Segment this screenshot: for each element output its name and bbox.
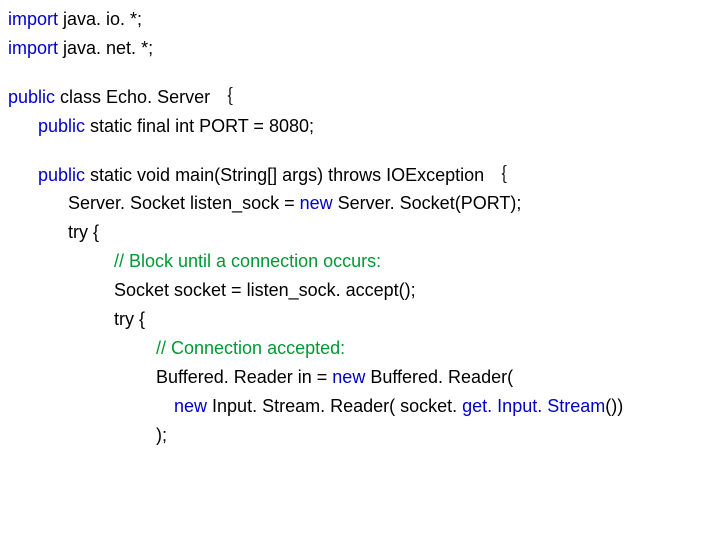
code-text: Buffered. Reader( [365,367,513,387]
blank-line [8,144,712,164]
code-text: ()) [605,396,623,416]
keyword-import: import [8,38,58,58]
code-line: public class Echo. Server ｛ [8,86,712,115]
code-line: new Input. Stream. Reader( socket. get. … [8,395,712,424]
comment: // Block until a connection occurs: [114,251,386,271]
keyword-new: new [300,193,333,213]
code-line: public static final int PORT = 8080; [8,115,712,144]
code-text: try { [114,309,145,329]
code-block: import java. io. *; import java. net. *;… [0,0,720,452]
code-text: java. net. *; [58,38,158,58]
comment: // Connection accepted: [156,338,350,358]
code-line: Buffered. Reader in = new Buffered. Read… [8,366,712,395]
code-line: try { [8,308,712,337]
code-text: static final int PORT = 8080; [85,116,319,136]
code-text: try { [68,222,99,242]
keyword-public: public [38,165,85,185]
code-text: Server. Socket listen_sock = [68,193,300,213]
keyword-public: public [38,116,85,136]
keyword-public: public [8,87,55,107]
keyword-new: new [332,367,365,387]
keyword-import: import [8,9,58,29]
code-line: import java. io. *; [8,8,712,37]
method-call: get. Input. Stream [462,396,605,416]
keyword-new: new [174,396,207,416]
code-line: // Connection accepted: [8,337,712,366]
code-text: ); [156,425,172,445]
code-text: Socket socket = listen_sock. accept(); [114,280,421,300]
code-line: ); [8,424,712,453]
code-text: java. io. *; [58,9,147,29]
code-text: class Echo. Server ｛ [55,87,233,107]
code-line: import java. net. *; [8,37,712,66]
blank-line [8,66,712,86]
code-line: // Block until a connection occurs: [8,250,712,279]
code-text: Input. Stream. Reader( socket. [207,396,462,416]
code-line: Server. Socket listen_sock = new Server.… [8,192,712,221]
code-text: Buffered. Reader in = [156,367,332,387]
code-line: public static void main(String[] args) t… [8,164,712,193]
code-text: static void main(String[] args) throws I… [85,165,507,185]
code-text: Server. Socket(PORT); [333,193,527,213]
code-line: Socket socket = listen_sock. accept(); [8,279,712,308]
code-line: try { [8,221,712,250]
